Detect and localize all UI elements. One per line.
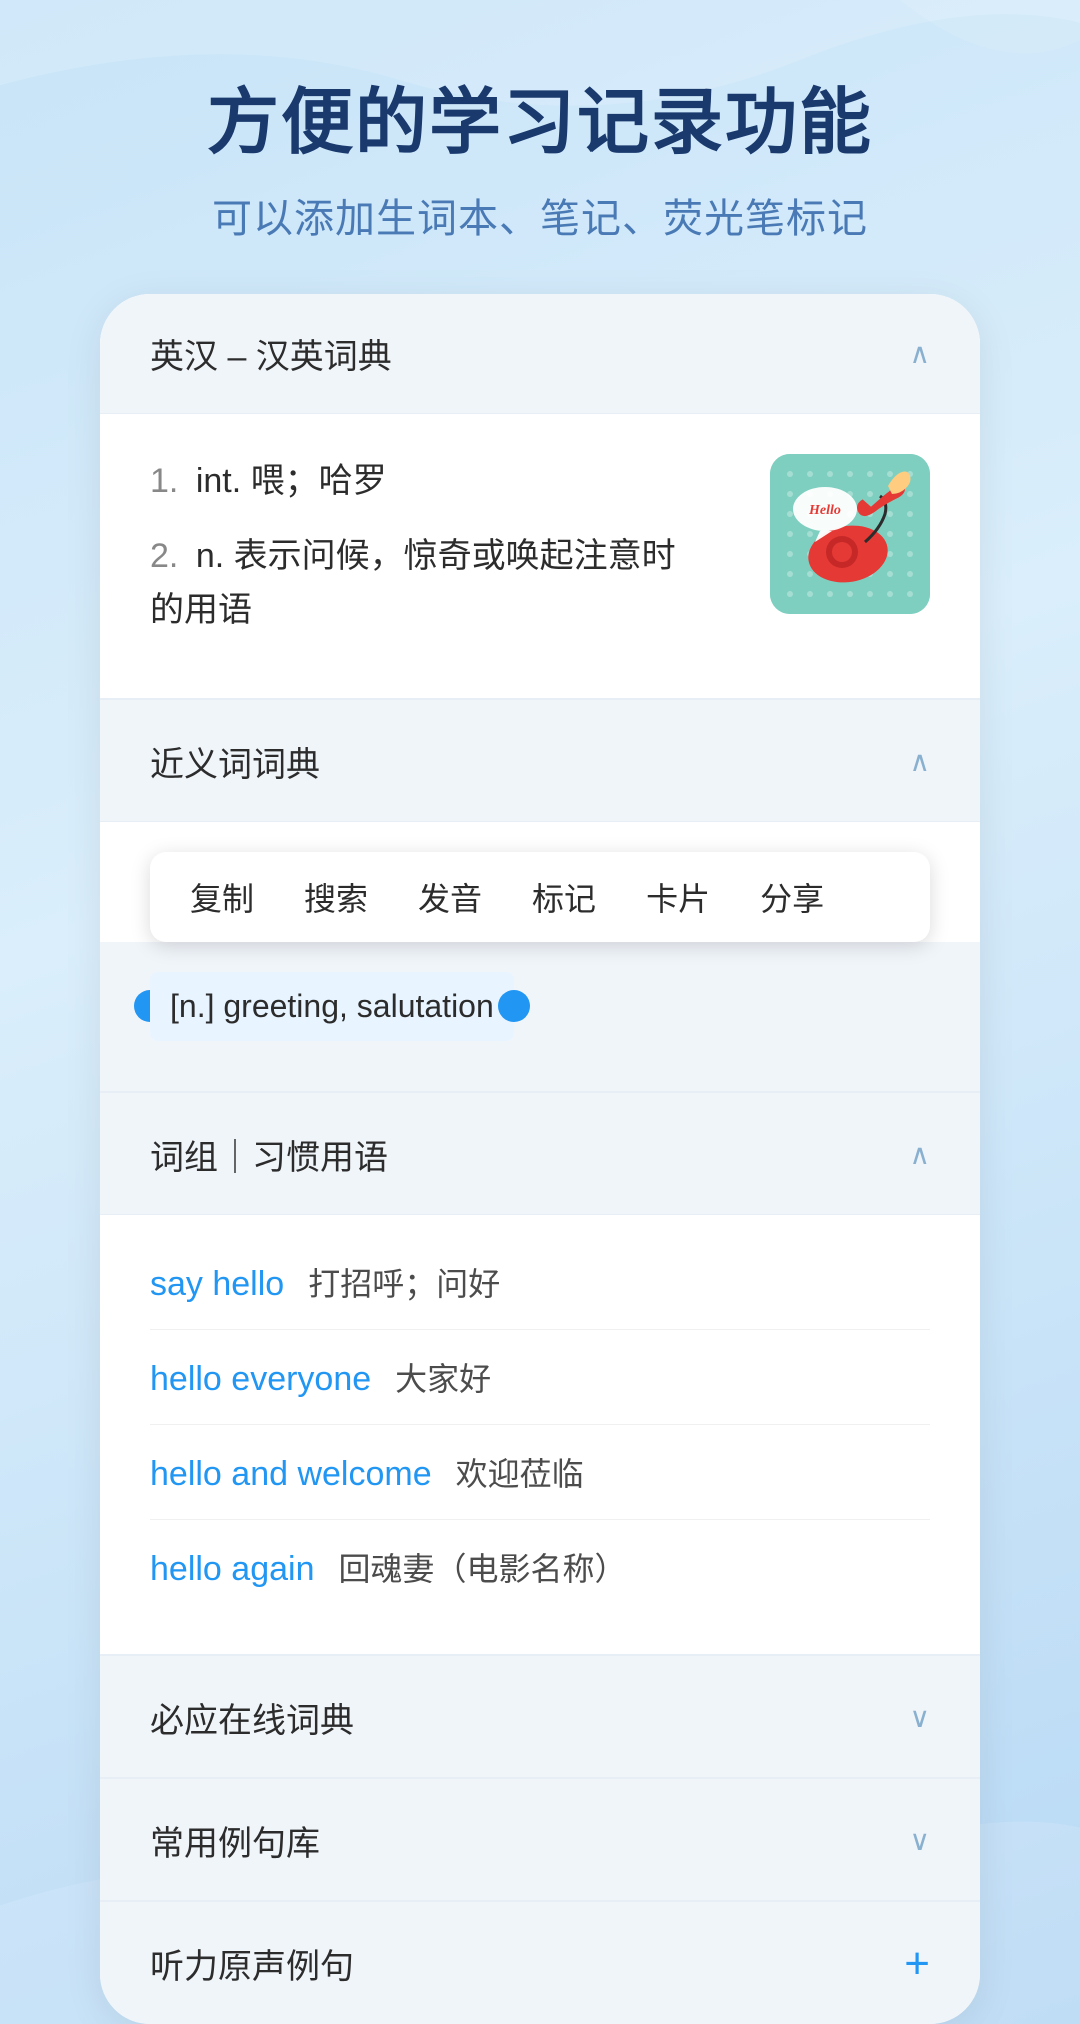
context-menu-search[interactable]: 搜索 xyxy=(304,874,368,920)
context-menu-card[interactable]: 卡片 xyxy=(646,874,710,920)
synonym-section-header[interactable]: 近义词词典 ∧ xyxy=(100,702,980,822)
synonym-section-title: 近义词词典 xyxy=(150,737,320,786)
phrase-en-hello-again: hello again xyxy=(150,1550,314,1589)
phrases-section: 词组｜习惯用语 ∧ say hello 打招呼；问好 hello everyon… xyxy=(100,1095,980,1654)
page-container: 方便的学习记录功能 可以添加生词本、笔记、荧光笔标记 英汉 – 汉英词典 ∧ 1… xyxy=(0,0,1080,2024)
audio-examples-header[interactable]: 听力原声例句 + xyxy=(100,1904,980,2024)
divider-1 xyxy=(100,698,980,700)
bing-section-header[interactable]: 必应在线词典 ∨ xyxy=(100,1658,980,1777)
bing-chevron-down-icon: ∨ xyxy=(910,1701,931,1734)
divider-5 xyxy=(100,1900,980,1902)
divider-2 xyxy=(100,1091,980,1093)
def-text-2: n. 表示问候，惊奇或唤起注意时的用语 xyxy=(150,537,676,629)
sub-title: 可以添加生词本、笔记、荧光笔标记 xyxy=(207,186,873,244)
phrase-item-say-hello[interactable]: say hello 打招呼；问好 xyxy=(150,1235,930,1330)
synonym-chevron-up-icon: ∧ xyxy=(910,745,931,778)
header-section: 方便的学习记录功能 可以添加生词本、笔记、荧光笔标记 xyxy=(147,80,933,244)
main-title: 方便的学习记录功能 xyxy=(207,80,873,166)
audio-examples-plus-icon[interactable]: + xyxy=(904,1939,930,1989)
hello-image-card: Hello xyxy=(770,454,930,614)
phrase-cn-say-hello: 打招呼；问好 xyxy=(308,1259,500,1305)
definition-item-1: 1. int. 喂；哈罗 xyxy=(150,454,740,508)
context-menu-pronounce[interactable]: 发音 xyxy=(418,874,482,920)
phrase-item-hello-everyone[interactable]: hello everyone 大家好 xyxy=(150,1330,930,1425)
context-menu-wrapper: 复制 搜索 发音 标记 卡片 分享 xyxy=(100,822,980,942)
phrase-list: say hello 打招呼；问好 hello everyone 大家好 hell… xyxy=(100,1215,980,1654)
example-sentences-section: 常用例句库 ∨ xyxy=(100,1781,980,1900)
phrase-item-hello-welcome[interactable]: hello and welcome 欢迎莅临 xyxy=(150,1425,930,1520)
phone-illustration: Hello xyxy=(770,454,930,614)
audio-examples-section: 听力原声例句 + xyxy=(100,1904,980,2024)
context-menu: 复制 搜索 发音 标记 卡片 分享 xyxy=(150,852,930,942)
phrases-section-title: 词组｜习惯用语 xyxy=(150,1130,388,1179)
dictionary-section-title: 英汉 – 汉英词典 xyxy=(150,329,392,378)
divider-3 xyxy=(100,1654,980,1656)
example-sentences-header[interactable]: 常用例句库 ∨ xyxy=(100,1781,980,1900)
phrase-en-hello-everyone: hello everyone xyxy=(150,1360,371,1399)
phrase-cn-hello-welcome: 欢迎莅临 xyxy=(456,1449,584,1495)
phrases-section-header[interactable]: 词组｜习惯用语 ∧ xyxy=(100,1095,980,1215)
def-num-2: 2. xyxy=(150,537,178,575)
def-num-1: 1. xyxy=(150,462,178,500)
divider-4 xyxy=(100,1777,980,1779)
context-menu-share[interactable]: 分享 xyxy=(760,874,824,920)
example-sentences-chevron-down-icon: ∨ xyxy=(910,1824,931,1857)
phrase-item-hello-again[interactable]: hello again 回魂妻（电影名称） xyxy=(150,1520,930,1614)
audio-examples-title: 听力原声例句 xyxy=(150,1939,354,1988)
selected-text-container: [n.] greeting, salutation xyxy=(150,972,514,1041)
selected-text[interactable]: [n.] greeting, salutation xyxy=(150,972,514,1041)
phrase-cn-hello-everyone: 大家好 xyxy=(395,1354,491,1400)
dictionary-section: 英汉 – 汉英词典 ∧ 1. int. 喂；哈罗 2. n. 表示问候，惊奇或唤… xyxy=(100,294,980,697)
main-card: 英汉 – 汉英词典 ∧ 1. int. 喂；哈罗 2. n. 表示问候，惊奇或唤… xyxy=(100,294,980,2023)
bing-section-title: 必应在线词典 xyxy=(150,1693,354,1742)
definition-area: 1. int. 喂；哈罗 2. n. 表示问候，惊奇或唤起注意时的用语 xyxy=(100,414,980,697)
bing-dictionary-section: 必应在线词典 ∨ xyxy=(100,1658,980,1777)
phrase-cn-hello-again: 回魂妻（电影名称） xyxy=(338,1544,626,1590)
svg-text:Hello: Hello xyxy=(808,503,841,518)
dictionary-section-header[interactable]: 英汉 – 汉英词典 ∧ xyxy=(100,294,980,414)
synonym-section: 近义词词典 ∧ 复制 搜索 发音 标记 卡片 分享 [n.] greeting, xyxy=(100,702,980,1091)
selected-text-area: [n.] greeting, salutation xyxy=(100,942,980,1091)
dictionary-chevron-up-icon: ∧ xyxy=(910,337,931,370)
example-sentences-title: 常用例句库 xyxy=(150,1816,320,1865)
phrases-chevron-up-icon: ∧ xyxy=(910,1138,931,1171)
phrase-en-say-hello: say hello xyxy=(150,1265,284,1304)
phrase-en-hello-welcome: hello and welcome xyxy=(150,1455,432,1494)
def-text-1: int. 喂；哈罗 xyxy=(196,462,387,500)
definitions-list: 1. int. 喂；哈罗 2. n. 表示问候，惊奇或唤起注意时的用语 xyxy=(150,454,740,657)
context-menu-copy[interactable]: 复制 xyxy=(190,874,254,920)
selection-handle-right[interactable] xyxy=(498,990,530,1022)
definition-item-2: 2. n. 表示问候，惊奇或唤起注意时的用语 xyxy=(150,529,740,638)
context-menu-mark[interactable]: 标记 xyxy=(532,874,596,920)
